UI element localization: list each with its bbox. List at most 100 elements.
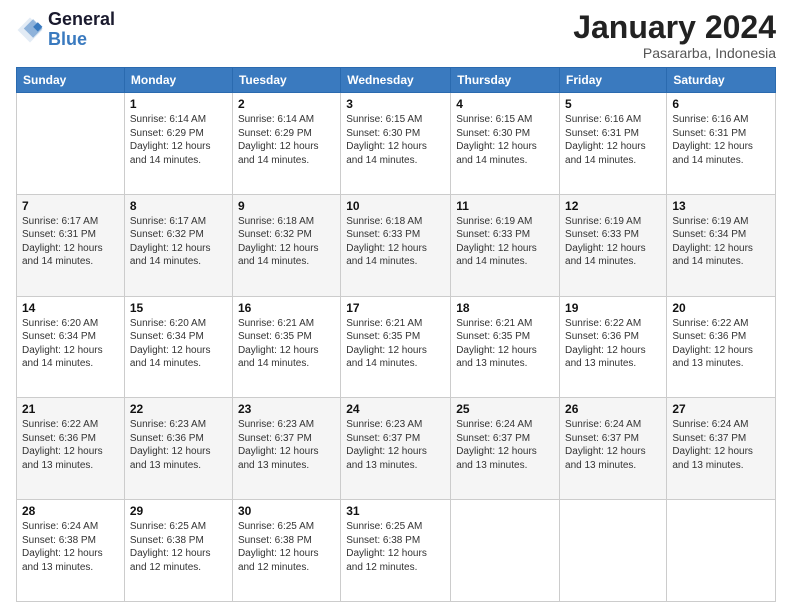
day-number: 14 bbox=[22, 301, 119, 315]
day-info: Sunrise: 6:21 AM Sunset: 6:35 PM Dayligh… bbox=[456, 317, 554, 371]
day-info: Sunrise: 6:19 AM Sunset: 6:33 PM Dayligh… bbox=[456, 215, 554, 269]
logo-text: General Blue bbox=[48, 10, 115, 50]
calendar-cell: 1 Sunrise: 6:14 AM Sunset: 6:29 PM Daylig… bbox=[124, 93, 232, 195]
calendar-cell: 2Sunrise: 6:14 AM Sunset: 6:29 PM Daylig… bbox=[232, 93, 340, 195]
day-info: Sunrise: 6:23 AM Sunset: 6:37 PM Dayligh… bbox=[238, 418, 335, 472]
day-info: Sunrise: 6:18 AM Sunset: 6:32 PM Dayligh… bbox=[238, 215, 335, 269]
day-number: 25 bbox=[456, 402, 554, 416]
day-info: Sunrise: 6:19 AM Sunset: 6:33 PM Dayligh… bbox=[565, 215, 661, 269]
day-number: 20 bbox=[672, 301, 770, 315]
day-number: 11 bbox=[456, 199, 554, 213]
day-number: 27 bbox=[672, 402, 770, 416]
day-info: Sunrise: 6:25 AM Sunset: 6:38 PM Dayligh… bbox=[346, 520, 445, 574]
day-info: Sunrise: 6:14 AM Sunset: 6:29 PM Dayligh… bbox=[130, 113, 227, 167]
day-info: Sunrise: 6:17 AM Sunset: 6:31 PM Dayligh… bbox=[22, 215, 119, 269]
day-number: 8 bbox=[130, 199, 227, 213]
calendar-cell: 15 Sunrise: 6:20 AM Sunset: 6:34 PM Dayli… bbox=[124, 296, 232, 398]
day-info: Sunrise: 6:18 AM Sunset: 6:33 PM Dayligh… bbox=[346, 215, 445, 269]
day-info: Sunrise: 6:16 AM Sunset: 6:31 PM Dayligh… bbox=[672, 113, 770, 167]
day-info: Sunrise: 6:25 AM Sunset: 6:38 PM Dayligh… bbox=[238, 520, 335, 574]
calendar-cell: 30 Sunrise: 6:25 AM Sunset: 6:38 PM Dayli… bbox=[232, 500, 340, 602]
day-header-friday: Friday bbox=[560, 68, 667, 93]
calendar-cell: 9 Sunrise: 6:18 AM Sunset: 6:32 PM Daylig… bbox=[232, 194, 340, 296]
day-info: Sunrise: 6:25 AM Sunset: 6:38 PM Dayligh… bbox=[130, 520, 227, 574]
week-row-0: 1 Sunrise: 6:14 AM Sunset: 6:29 PM Daylig… bbox=[17, 93, 776, 195]
calendar-cell: 28Sunrise: 6:24 AM Sunset: 6:38 PM Dayli… bbox=[17, 500, 125, 602]
calendar-cell: 20 Sunrise: 6:22 AM Sunset: 6:36 PM Dayli… bbox=[667, 296, 776, 398]
month-title: January 2024 bbox=[573, 10, 776, 45]
day-number: 23 bbox=[238, 402, 335, 416]
calendar-cell: 27 Sunrise: 6:24 AM Sunset: 6:37 PM Dayli… bbox=[667, 398, 776, 500]
day-header-monday: Monday bbox=[124, 68, 232, 93]
day-header-tuesday: Tuesday bbox=[232, 68, 340, 93]
calendar-cell bbox=[667, 500, 776, 602]
day-number: 21 bbox=[22, 402, 119, 416]
calendar-cell: 6 Sunrise: 6:16 AM Sunset: 6:31 PM Daylig… bbox=[667, 93, 776, 195]
page: General Blue January 2024 Pasararba, Ind… bbox=[0, 0, 792, 612]
day-info: Sunrise: 6:16 AM Sunset: 6:31 PM Dayligh… bbox=[565, 113, 661, 167]
day-number: 6 bbox=[672, 97, 770, 111]
day-number: 3 bbox=[346, 97, 445, 111]
header: General Blue January 2024 Pasararba, Ind… bbox=[16, 10, 776, 61]
day-number: 17 bbox=[346, 301, 445, 315]
calendar-cell: 26Sunrise: 6:24 AM Sunset: 6:37 PM Dayli… bbox=[560, 398, 667, 500]
day-number: 19 bbox=[565, 301, 661, 315]
calendar-cell: 17 Sunrise: 6:21 AM Sunset: 6:35 PM Dayli… bbox=[341, 296, 451, 398]
day-number: 1 bbox=[130, 97, 227, 111]
day-info: Sunrise: 6:14 AM Sunset: 6:29 PM Dayligh… bbox=[238, 113, 335, 167]
day-info: Sunrise: 6:19 AM Sunset: 6:34 PM Dayligh… bbox=[672, 215, 770, 269]
calendar-cell: 4 Sunrise: 6:15 AM Sunset: 6:30 PM Daylig… bbox=[451, 93, 560, 195]
day-number: 30 bbox=[238, 504, 335, 518]
day-number: 7 bbox=[22, 199, 119, 213]
day-info: Sunrise: 6:15 AM Sunset: 6:30 PM Dayligh… bbox=[456, 113, 554, 167]
day-number: 10 bbox=[346, 199, 445, 213]
calendar-cell: 16 Sunrise: 6:21 AM Sunset: 6:35 PM Dayli… bbox=[232, 296, 340, 398]
week-row-2: 14 Sunrise: 6:20 AM Sunset: 6:34 PM Dayli… bbox=[17, 296, 776, 398]
day-number: 13 bbox=[672, 199, 770, 213]
calendar-cell: 31Sunrise: 6:25 AM Sunset: 6:38 PM Dayli… bbox=[341, 500, 451, 602]
day-number: 24 bbox=[346, 402, 445, 416]
day-number: 29 bbox=[130, 504, 227, 518]
calendar-cell: 22Sunrise: 6:23 AM Sunset: 6:36 PM Dayli… bbox=[124, 398, 232, 500]
calendar-cell: 24 Sunrise: 6:23 AM Sunset: 6:37 PM Dayli… bbox=[341, 398, 451, 500]
day-info: Sunrise: 6:24 AM Sunset: 6:37 PM Dayligh… bbox=[456, 418, 554, 472]
day-info: Sunrise: 6:21 AM Sunset: 6:35 PM Dayligh… bbox=[238, 317, 335, 371]
day-info: Sunrise: 6:22 AM Sunset: 6:36 PM Dayligh… bbox=[672, 317, 770, 371]
day-info: Sunrise: 6:20 AM Sunset: 6:34 PM Dayligh… bbox=[130, 317, 227, 371]
calendar-cell: 3 Sunrise: 6:15 AM Sunset: 6:30 PM Daylig… bbox=[341, 93, 451, 195]
calendar-cell: 8Sunrise: 6:17 AM Sunset: 6:32 PM Daylig… bbox=[124, 194, 232, 296]
logo-icon bbox=[16, 16, 44, 44]
calendar-cell: 21Sunrise: 6:22 AM Sunset: 6:36 PM Dayli… bbox=[17, 398, 125, 500]
calendar-cell: 23 Sunrise: 6:23 AM Sunset: 6:37 PM Dayli… bbox=[232, 398, 340, 500]
day-info: Sunrise: 6:23 AM Sunset: 6:36 PM Dayligh… bbox=[130, 418, 227, 472]
day-info: Sunrise: 6:22 AM Sunset: 6:36 PM Dayligh… bbox=[565, 317, 661, 371]
calendar-table: SundayMondayTuesdayWednesdayThursdayFrid… bbox=[16, 67, 776, 602]
week-row-3: 21Sunrise: 6:22 AM Sunset: 6:36 PM Dayli… bbox=[17, 398, 776, 500]
day-info: Sunrise: 6:24 AM Sunset: 6:38 PM Dayligh… bbox=[22, 520, 119, 574]
header-row: SundayMondayTuesdayWednesdayThursdayFrid… bbox=[17, 68, 776, 93]
day-number: 9 bbox=[238, 199, 335, 213]
subtitle: Pasararba, Indonesia bbox=[573, 45, 776, 61]
day-info: Sunrise: 6:15 AM Sunset: 6:30 PM Dayligh… bbox=[346, 113, 445, 167]
day-info: Sunrise: 6:23 AM Sunset: 6:37 PM Dayligh… bbox=[346, 418, 445, 472]
day-header-sunday: Sunday bbox=[17, 68, 125, 93]
day-number: 16 bbox=[238, 301, 335, 315]
day-number: 12 bbox=[565, 199, 661, 213]
day-number: 15 bbox=[130, 301, 227, 315]
day-info: Sunrise: 6:24 AM Sunset: 6:37 PM Dayligh… bbox=[672, 418, 770, 472]
week-row-4: 28Sunrise: 6:24 AM Sunset: 6:38 PM Dayli… bbox=[17, 500, 776, 602]
day-info: Sunrise: 6:20 AM Sunset: 6:34 PM Dayligh… bbox=[22, 317, 119, 371]
day-info: Sunrise: 6:21 AM Sunset: 6:35 PM Dayligh… bbox=[346, 317, 445, 371]
calendar-cell: 18 Sunrise: 6:21 AM Sunset: 6:35 PM Dayli… bbox=[451, 296, 560, 398]
day-header-saturday: Saturday bbox=[667, 68, 776, 93]
calendar-cell: 5Sunrise: 6:16 AM Sunset: 6:31 PM Daylig… bbox=[560, 93, 667, 195]
calendar-cell: 13 Sunrise: 6:19 AM Sunset: 6:34 PM Dayli… bbox=[667, 194, 776, 296]
day-number: 18 bbox=[456, 301, 554, 315]
calendar-cell: 25 Sunrise: 6:24 AM Sunset: 6:37 PM Dayli… bbox=[451, 398, 560, 500]
calendar-cell: 7 Sunrise: 6:17 AM Sunset: 6:31 PM Daylig… bbox=[17, 194, 125, 296]
calendar-cell bbox=[451, 500, 560, 602]
day-header-wednesday: Wednesday bbox=[341, 68, 451, 93]
calendar-cell: 11 Sunrise: 6:19 AM Sunset: 6:33 PM Dayli… bbox=[451, 194, 560, 296]
logo: General Blue bbox=[16, 10, 115, 50]
day-number: 4 bbox=[456, 97, 554, 111]
